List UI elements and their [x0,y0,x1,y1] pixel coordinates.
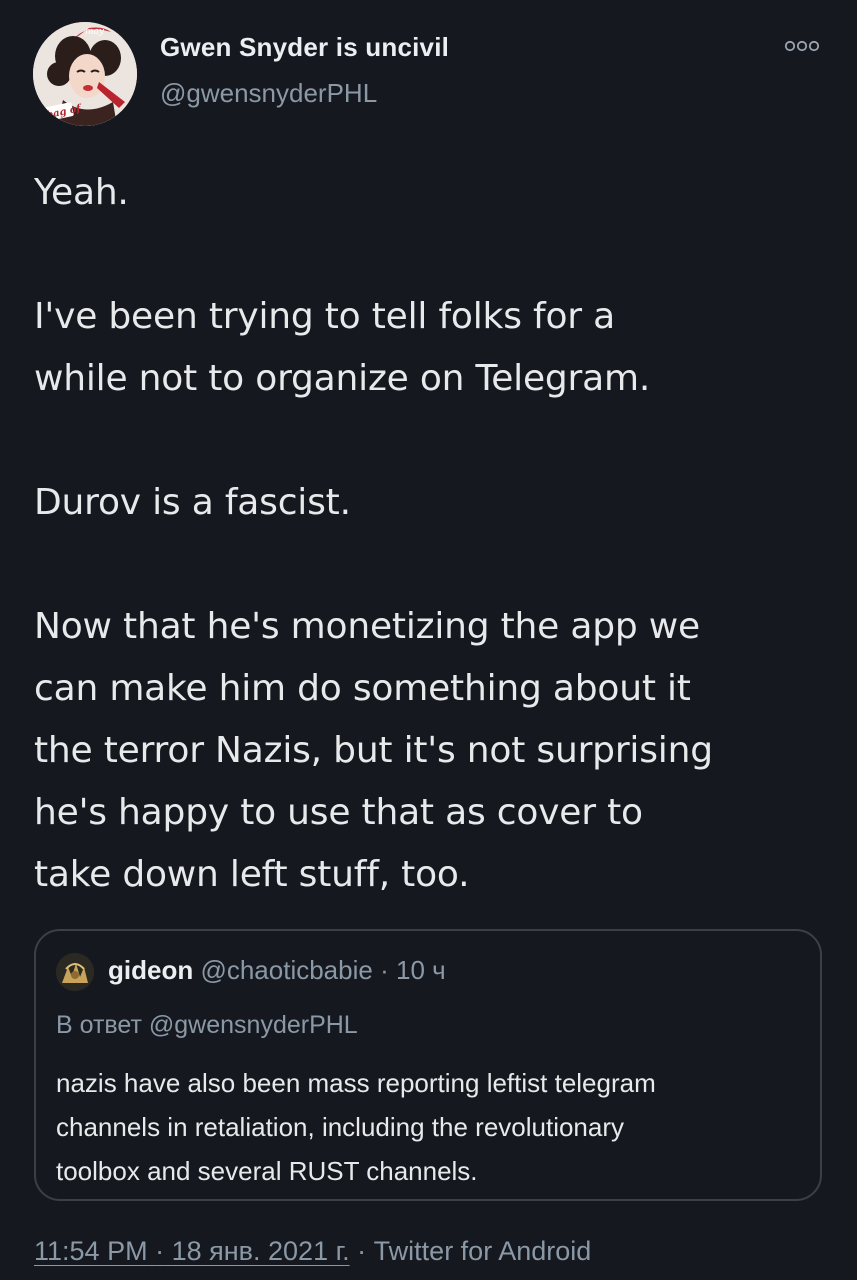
tweet-line: Now that he's monetizing the app we [34,606,700,647]
tweet-line: while not to organize on Telegram. [34,358,651,399]
quoted-line: toolbox and several RUST channels. [56,1156,478,1186]
separator-dot: · [380,955,389,985]
author-display-name[interactable]: Gwen Snyder is uncivil [160,32,449,63]
reply-to-label: В ответ @gwensnyderPHL [56,1011,358,1039]
quoted-author-name: gideon [108,955,194,985]
quoted-line: nazis have also been mass reporting left… [56,1068,656,1098]
more-options-icon[interactable] [782,34,822,58]
tweet-time: 11:54 PM [34,1236,148,1266]
separator-dot: · [155,1236,165,1266]
tweet-line: I've been trying to tell folks for a [34,296,615,337]
quoted-timestamp: 10 ч [395,955,446,985]
quoted-tweet[interactable]: gideon @chaoticbabie · 10 ч В ответ @gwe… [34,929,822,1201]
quoted-author-avatar [56,953,94,991]
tweet-source[interactable]: Twitter for Android [374,1236,592,1266]
tweet-time-link[interactable]: 11:54 PM · 18 янв. 2021 г. [34,1236,350,1266]
tweet-line: the terror Nazis, but it's not surprisin… [34,730,713,771]
avatar-illustration: a bag of may [33,22,137,126]
tweet: a bag of may Gwen Snyder is uncivil @gwe… [0,0,857,1280]
quoted-author-handle: @chaoticbabie [200,955,373,985]
quoted-line: channels in retaliation, including the r… [56,1112,625,1142]
separator-dot: · [357,1236,367,1266]
tweet-line: he's happy to use that as cover to [34,792,643,833]
tweet-line: Yeah. [34,172,129,213]
tweet-body: Yeah. I've been trying to tell folks for… [34,162,834,906]
tweet-line: take down left stuff, too. [34,854,470,895]
tweet-date: 18 янв. 2021 г. [171,1236,350,1266]
tweet-meta: 11:54 PM · 18 янв. 2021 г. · Twitter for… [34,1236,591,1267]
tweet-line: Durov is a fascist. [34,482,351,523]
svg-text:may: may [85,27,105,37]
tweet-line: can make him do something about it [34,668,691,709]
author-handle[interactable]: @gwensnyderPHL [160,78,377,109]
quoted-header: gideon @chaoticbabie · 10 ч [108,955,446,986]
author-avatar[interactable]: a bag of may [33,22,137,126]
quoted-body: nazis have also been mass reporting left… [56,1061,806,1193]
